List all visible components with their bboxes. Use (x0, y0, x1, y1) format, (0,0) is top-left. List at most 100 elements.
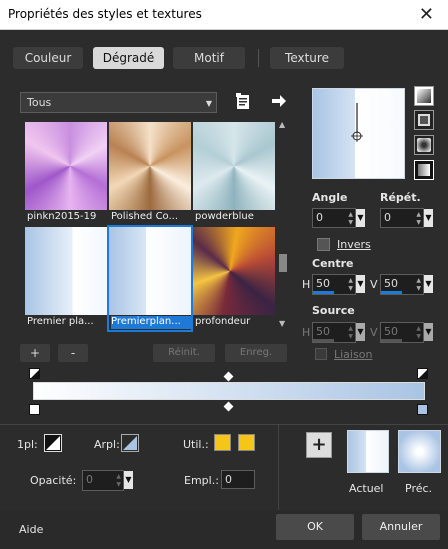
preset-thumb-premierplan-selected[interactable]: Premierplan... (107, 225, 193, 332)
midpoint-marker[interactable] (223, 401, 234, 412)
opacity-value: 0 (86, 473, 93, 486)
tab-texture[interactable]: Texture (270, 47, 344, 69)
user-swatch-2[interactable] (238, 434, 255, 451)
thumb-image (193, 122, 275, 210)
bg-label: Arpl: (94, 438, 120, 451)
spin-up-icon[interactable]: ▲ (416, 211, 421, 218)
invert-checkbox[interactable] (317, 238, 330, 251)
spin-up-icon[interactable]: ▲ (348, 325, 353, 332)
opacity-input[interactable]: 0 ▲ ▼ (82, 470, 124, 491)
stop-marker-icon[interactable] (417, 404, 428, 415)
link-label: Liaison (334, 348, 373, 361)
center-h-dropdown[interactable]: ▼ (356, 275, 365, 293)
foreground-swatch[interactable] (44, 434, 62, 452)
ok-button[interactable]: OK (276, 514, 354, 540)
tab-degrade[interactable]: Dégradé (93, 47, 164, 69)
spin-up-icon[interactable]: ▲ (116, 473, 121, 480)
add-preset-button[interactable]: + (20, 344, 50, 362)
preset-thumb-powderblue[interactable]: powderblue (193, 122, 275, 225)
thumb-image (25, 227, 107, 315)
radial-style-icon[interactable] (414, 160, 434, 180)
spin-up-icon[interactable]: ▲ (416, 325, 421, 332)
spin-down-icon[interactable]: ▼ (348, 333, 353, 340)
scroll-up-icon[interactable]: ▲ (279, 120, 285, 129)
center-v-dropdown[interactable]: ▼ (424, 275, 433, 293)
cancel-button[interactable]: Annuler (362, 514, 440, 540)
stop-marker-icon[interactable] (29, 368, 40, 379)
source-v-bar (381, 339, 402, 342)
center-v-bar (381, 291, 402, 294)
user-label: Util.: (183, 438, 209, 451)
save-preset-icon[interactable] (236, 93, 250, 110)
preset-thumb-pinkn2015-19[interactable]: pinkn2015-19 (25, 122, 107, 225)
center-v-value: 50 (384, 277, 398, 290)
scroll-thumb[interactable] (279, 254, 287, 272)
center-h-label: H (302, 278, 311, 291)
current-swatch[interactable] (347, 430, 389, 473)
sunburst-style-icon[interactable] (414, 135, 434, 155)
tab-couleur[interactable]: Couleur (13, 47, 83, 69)
remove-preset-button[interactable]: - (58, 344, 88, 362)
repeat-dropdown[interactable]: ▼ (424, 209, 433, 227)
midpoint-marker[interactable] (223, 371, 234, 382)
separator (278, 425, 279, 510)
preset-scrollbar[interactable]: ▲ ▼ (277, 119, 289, 331)
center-h-bar (313, 291, 334, 294)
preset-thumb-premier-pla[interactable]: Premier pla... (25, 227, 107, 330)
center-label: Centre (312, 257, 354, 270)
source-h-dropdown[interactable]: ▼ (356, 323, 365, 341)
thumb-caption: powderblue (195, 211, 254, 222)
center-h-input[interactable]: 50 ▲ ▼ (312, 274, 356, 295)
angle-dropdown[interactable]: ▼ (356, 209, 365, 227)
help-link[interactable]: Aide (19, 523, 43, 536)
spin-down-icon[interactable]: ▼ (116, 481, 121, 488)
linear-style-icon[interactable] (414, 86, 434, 106)
stop-marker-icon[interactable] (417, 368, 428, 379)
source-v-input[interactable]: 50 ▲ ▼ (380, 322, 424, 343)
reset-button[interactable]: Réinit. (153, 344, 215, 362)
preset-thumb-profondeur[interactable]: profondeur (193, 227, 275, 330)
angle-label: Angle (312, 191, 348, 204)
preset-thumb-polished[interactable]: Polished Co... (109, 122, 191, 225)
link-checkbox[interactable] (315, 348, 327, 360)
location-input[interactable]: 0 (221, 470, 255, 489)
repeat-input[interactable]: 0 ▲ ▼ (380, 208, 424, 228)
spin-up-icon[interactable]: ▲ (416, 277, 421, 284)
spin-down-icon[interactable]: ▼ (348, 285, 353, 292)
spin-up-icon[interactable]: ▲ (348, 277, 353, 284)
scroll-down-icon[interactable]: ▼ (279, 319, 285, 328)
background-swatch[interactable] (121, 434, 139, 452)
spin-down-icon[interactable]: ▼ (416, 333, 421, 340)
spin-down-icon[interactable]: ▼ (348, 219, 353, 226)
location-label: Empl.: (184, 474, 219, 487)
repeat-label: Répét. (380, 191, 421, 204)
previous-swatch[interactable] (398, 430, 441, 473)
gradient-strip[interactable] (33, 382, 425, 400)
user-swatch-1[interactable] (214, 434, 231, 451)
rectangular-style-icon[interactable] (414, 110, 434, 130)
source-h-bar (313, 339, 334, 342)
center-v-input[interactable]: 50 ▲ ▼ (380, 274, 424, 295)
gradient-preview[interactable] (312, 88, 405, 179)
add-to-presets-button[interactable]: + (306, 432, 332, 458)
spin-down-icon[interactable]: ▼ (416, 285, 421, 292)
source-v-dropdown[interactable]: ▼ (424, 323, 433, 341)
spin-down-icon[interactable]: ▼ (416, 219, 421, 226)
angle-input[interactable]: 0 ▲ ▼ (312, 208, 356, 228)
tab-motif[interactable]: Motif (173, 47, 245, 69)
opacity-label: Opacité: (30, 474, 77, 487)
thumb-image (193, 227, 275, 315)
save-button[interactable]: Enreg. (225, 344, 287, 362)
category-value: Tous (27, 96, 52, 109)
separator (0, 424, 448, 425)
arrow-right-icon[interactable] (271, 94, 287, 108)
source-h-label: H (302, 326, 311, 339)
close-icon[interactable]: ✕ (419, 4, 434, 25)
gradient-editor[interactable] (27, 366, 432, 416)
source-h-input[interactable]: 50 ▲ ▼ (312, 322, 356, 343)
spin-up-icon[interactable]: ▲ (348, 211, 353, 218)
opacity-dropdown[interactable]: ▼ (124, 471, 133, 489)
color-stop-left[interactable] (29, 404, 40, 415)
thumb-caption: Premier pla... (27, 316, 94, 327)
category-select[interactable]: Tous ▼ (20, 92, 217, 113)
